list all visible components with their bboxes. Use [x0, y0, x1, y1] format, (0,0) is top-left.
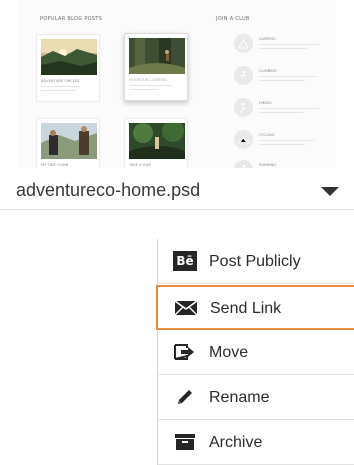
cycling-icon	[234, 130, 253, 149]
file-name: adventureco-home.psd	[16, 180, 201, 200]
blog-post-card: TAKE A HIKE	[124, 118, 188, 168]
behance-icon: Bē	[173, 251, 197, 271]
blog-post-card: ADVENTURE CIRCLES	[36, 34, 100, 102]
menu-item-move[interactable]: Move	[158, 330, 354, 375]
blog-post-card: MOUNTAIN CLIMBING	[124, 33, 188, 101]
club-name: HIKING	[259, 101, 272, 105]
menu-item-label: Archive	[209, 434, 263, 451]
camping-icon	[234, 34, 253, 53]
club-item: CYCLING	[234, 130, 334, 152]
club-item: HIKING	[234, 98, 334, 120]
file-thumbnail[interactable]: POPULAR BLOG POSTS JOIN A CLUB ADVENTURE…	[18, 0, 336, 168]
file-actions-menu: Bē Post Publicly Send Link Move Rename A…	[156, 239, 354, 465]
club-name: CAMPING	[259, 37, 276, 41]
file-card[interactable]: POPULAR BLOG POSTS JOIN A CLUB ADVENTURE…	[0, 0, 354, 210]
clubs-heading: JOIN A CLUB	[216, 16, 250, 22]
menu-item-label: Send Link	[210, 300, 282, 317]
menu-item-label: Post Publicly	[209, 253, 301, 270]
club-item: CAMPING	[234, 34, 334, 56]
hiking-icon	[234, 98, 253, 117]
menu-item-send-link[interactable]: Send Link	[156, 285, 354, 330]
menu-item-archive[interactable]: Archive	[158, 420, 354, 465]
post-caption: MOUNTAIN CLIMBING	[129, 78, 168, 82]
club-name: RUNNING	[259, 163, 277, 167]
post-caption: ADVENTURE CIRCLES	[41, 79, 80, 83]
blog-post-card: MY SIDE CLIMB	[36, 118, 100, 168]
post-photo	[129, 38, 185, 74]
move-arrow-icon	[173, 342, 197, 362]
post-photo	[129, 123, 185, 159]
envelope-icon	[174, 298, 198, 318]
pencil-icon	[173, 387, 197, 407]
menu-item-label: Move	[209, 344, 249, 361]
club-name: CYCLING	[259, 133, 275, 137]
climbing-icon	[234, 66, 253, 85]
post-caption: MY SIDE CLIMB	[41, 163, 69, 167]
menu-item-label: Rename	[209, 389, 270, 406]
archive-box-icon	[173, 432, 197, 452]
posts-heading: POPULAR BLOG POSTS	[40, 16, 103, 22]
post-photo	[41, 123, 97, 159]
club-name: CLIMBING	[259, 69, 277, 73]
file-name-bar: adventureco-home.psd	[0, 168, 354, 210]
running-icon	[234, 160, 253, 168]
menu-item-post-publicly[interactable]: Bē Post Publicly	[158, 239, 354, 284]
club-item: RUNNING	[234, 160, 334, 168]
menu-item-rename[interactable]: Rename	[158, 375, 354, 420]
post-photo	[41, 39, 97, 75]
club-item: CLIMBING	[234, 66, 334, 88]
chevron-down-icon[interactable]	[321, 187, 339, 196]
post-caption: TAKE A HIKE	[129, 163, 152, 167]
